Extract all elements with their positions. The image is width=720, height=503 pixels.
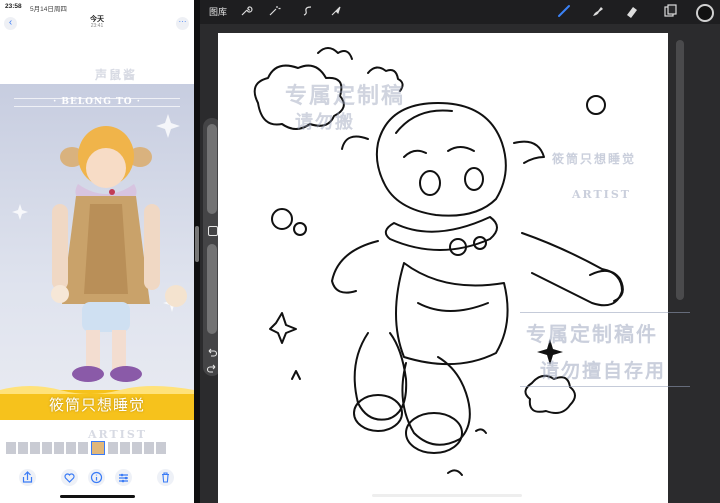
thumbnail[interactable] [42, 442, 52, 454]
favorite-button[interactable] [61, 469, 78, 486]
thumbnail[interactable] [108, 442, 118, 454]
watermark-frame-line [520, 312, 690, 313]
thumbnail[interactable] [120, 442, 130, 454]
magic-wand-icon[interactable] [266, 3, 282, 19]
thumbnail[interactable] [132, 442, 142, 454]
modify-button[interactable] [208, 226, 218, 236]
watermark-artist-label: ARTIST [572, 188, 631, 201]
thumbnail-strip[interactable] [0, 440, 194, 456]
home-indicator[interactable] [372, 494, 522, 497]
thumbnail[interactable] [78, 442, 88, 454]
procreate-toolbar: 图库 [200, 0, 720, 24]
adjust-button[interactable] [115, 469, 132, 486]
opacity-slider[interactable] [207, 244, 217, 334]
photo-image[interactable]: · BELONG TO · [0, 84, 194, 420]
brush-icon[interactable] [556, 3, 572, 19]
selection-icon[interactable] [300, 3, 316, 19]
share-icon [22, 471, 33, 483]
watermark-self-use: 请勿擅自存用 [540, 360, 667, 382]
gallery-button[interactable]: 图库 [209, 5, 227, 18]
adjust-icon [119, 473, 128, 483]
thumbnail[interactable] [54, 442, 64, 454]
eraser-icon[interactable] [624, 3, 640, 19]
color-picker-button[interactable] [696, 4, 714, 22]
ghost-watermark-text: 声鼠酱 [95, 68, 138, 82]
photos-pane: 23:58 5月14日周四 ‹ 今天 23:41 ··· 声鼠酱 · BELON… [0, 0, 194, 503]
photo-time-subtitle: 23:41 [90, 23, 104, 29]
delete-button[interactable] [157, 469, 174, 486]
watermark-exclusive-bottom: 专属定制稿件 [526, 322, 658, 346]
undo-button[interactable] [206, 346, 218, 358]
photo-caption: 筱筒只想睡觉 [48, 397, 145, 414]
thumbnail[interactable] [66, 442, 76, 454]
watermark-artist-name: 筱筒只想睡觉 [552, 152, 637, 166]
brush-size-slider[interactable] [207, 124, 217, 214]
thumbnail[interactable] [156, 442, 166, 454]
transform-icon[interactable] [328, 3, 344, 19]
character-artwork [0, 114, 194, 420]
photo-nav-bar: ‹ 今天 23:41 ··· [0, 12, 194, 36]
thumbnail-selected[interactable] [91, 441, 105, 455]
redo-button[interactable] [206, 362, 218, 374]
home-indicator[interactable] [60, 495, 135, 498]
photo-action-bar [0, 466, 194, 490]
canvas-scrollbar[interactable] [676, 40, 684, 300]
thumbnail[interactable] [6, 442, 16, 454]
undo-icon [208, 348, 218, 357]
thumbnail[interactable] [18, 442, 28, 454]
watermark-no-repost: 请勿搬 [295, 112, 355, 133]
info-icon [90, 471, 103, 484]
wrench-icon[interactable] [238, 3, 254, 19]
info-button[interactable] [88, 469, 105, 486]
status-time: 23:58 [5, 3, 22, 10]
watermark-exclusive: 专属定制稿 [285, 83, 406, 109]
heart-icon [64, 473, 75, 483]
divider-handle[interactable] [195, 226, 199, 262]
trash-icon [162, 472, 169, 483]
watermark-frame-line [520, 386, 690, 387]
redo-icon [206, 364, 216, 373]
more-button[interactable]: ··· [176, 17, 189, 30]
thumbnail[interactable] [30, 442, 40, 454]
procreate-pane: 图库 专属定制稿 请勿搬 筱筒只想睡觉 ARTIST 专属定制稿件 请勿擅自存用 [200, 0, 720, 503]
share-button[interactable] [19, 469, 36, 486]
thumbnail[interactable] [144, 442, 154, 454]
layers-icon[interactable] [662, 3, 678, 19]
smudge-icon[interactable] [590, 3, 606, 19]
